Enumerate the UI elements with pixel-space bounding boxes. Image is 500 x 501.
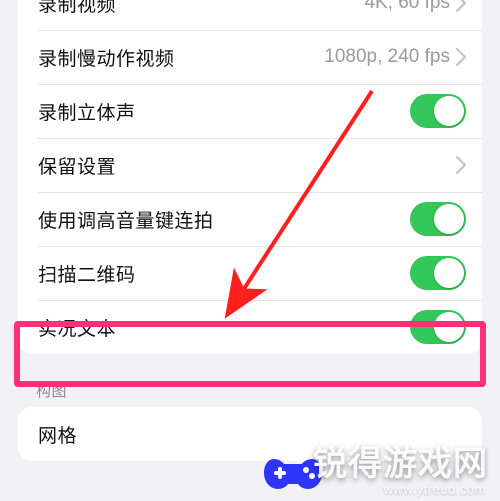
toggle-volume-up-burst[interactable] xyxy=(410,202,466,236)
row-label: 录制视频 xyxy=(38,0,116,17)
section-header-composition: 构图 xyxy=(36,380,464,401)
row-right: 4K, 60 fps xyxy=(364,0,466,14)
row-right xyxy=(456,156,466,174)
row-right xyxy=(410,202,466,236)
watermark-url: www.ytreud.com xyxy=(384,482,486,497)
row-right: 1080p, 240 fps xyxy=(324,46,466,68)
toggle-knob xyxy=(434,96,464,126)
row-label: 录制慢动作视频 xyxy=(38,44,175,71)
camera-settings-group: 录制视频 4K, 60 fps 录制慢动作视频 1080p, 240 fps xyxy=(18,0,482,354)
row-record-stereo: 录制立体声 xyxy=(18,84,482,138)
row-right xyxy=(410,310,466,344)
settings-scroll: 录制视频 4K, 60 fps 录制慢动作视频 1080p, 240 fps xyxy=(0,0,500,487)
row-right xyxy=(410,256,466,290)
toggle-knob xyxy=(434,312,464,342)
row-right xyxy=(410,94,466,128)
row-label: 扫描二维码 xyxy=(38,260,136,287)
toggle-live-text[interactable] xyxy=(410,310,466,344)
row-label: 实况文本 xyxy=(38,314,116,341)
toggle-record-stereo[interactable] xyxy=(410,94,466,128)
settings-viewport: 录制视频 4K, 60 fps 录制慢动作视频 1080p, 240 fps xyxy=(0,0,500,501)
watermark-brand: 锐得游戏网 xyxy=(313,436,488,485)
row-live-text: 实况文本 xyxy=(18,300,482,354)
row-scan-qr: 扫描二维码 xyxy=(18,246,482,300)
row-value: 4K, 60 fps xyxy=(364,0,450,14)
row-label: 保留设置 xyxy=(38,152,116,179)
chevron-right-icon xyxy=(456,156,466,174)
row-label: 录制立体声 xyxy=(38,98,136,125)
toggle-scan-qr[interactable] xyxy=(410,256,466,290)
toggle-knob xyxy=(434,258,464,288)
toggle-knob xyxy=(434,204,464,234)
row-volume-up-burst: 使用调高音量键连拍 xyxy=(18,192,482,246)
row-preserve-settings[interactable]: 保留设置 xyxy=(18,138,482,192)
row-label: 网格 xyxy=(38,421,77,448)
chevron-right-icon xyxy=(456,0,466,12)
chevron-right-icon xyxy=(456,48,466,66)
row-record-video[interactable]: 录制视频 4K, 60 fps xyxy=(18,0,482,30)
row-label: 使用调高音量键连拍 xyxy=(38,206,214,233)
row-value: 1080p, 240 fps xyxy=(324,46,450,68)
row-record-slomo[interactable]: 录制慢动作视频 1080p, 240 fps xyxy=(18,30,482,84)
